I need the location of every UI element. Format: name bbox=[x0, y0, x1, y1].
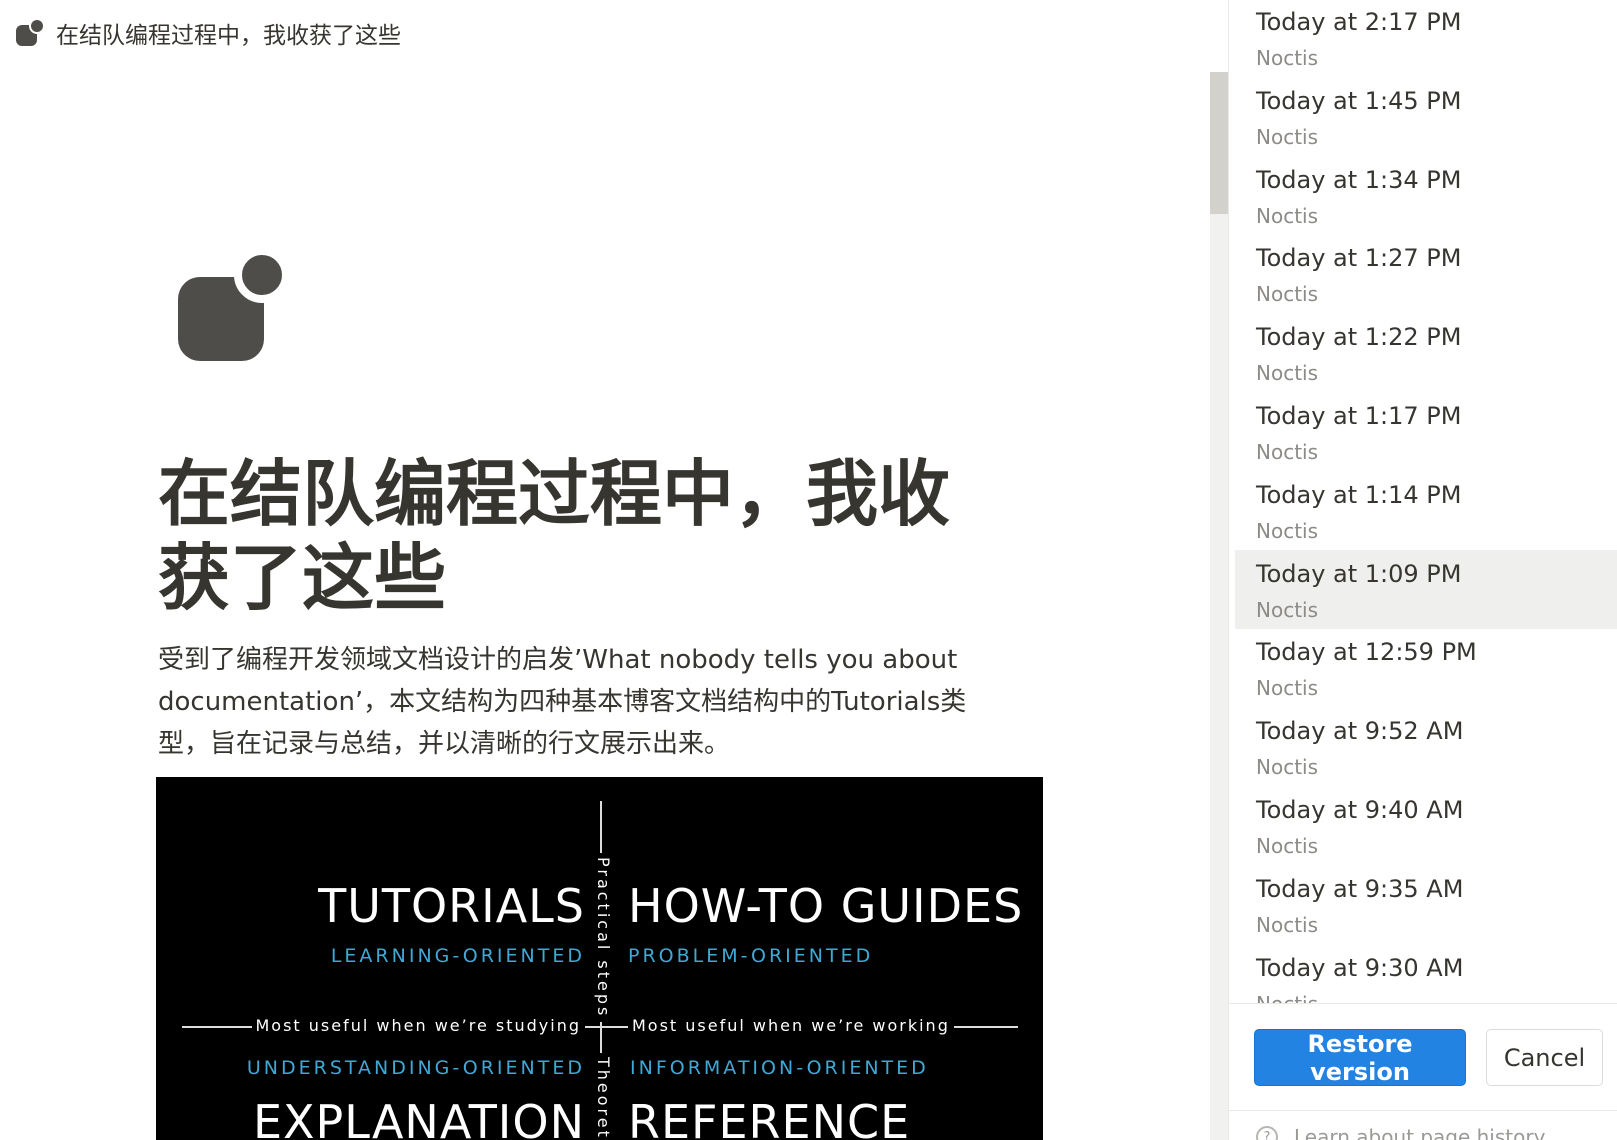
version-time: Today at 9:35 AM bbox=[1256, 874, 1464, 903]
version-item[interactable]: Today at 1:22 PM Noctis bbox=[1235, 313, 1617, 392]
version-author: Noctis bbox=[1256, 912, 1319, 937]
version-time: Today at 9:52 AM bbox=[1256, 717, 1464, 746]
version-time: Today at 1:45 PM bbox=[1256, 86, 1462, 115]
version-author: Noctis bbox=[1256, 992, 1318, 1003]
cancel-button[interactable]: Cancel bbox=[1486, 1029, 1603, 1086]
version-item[interactable]: Today at 2:17 PM Noctis bbox=[1235, 0, 1617, 77]
version-author: Noctis bbox=[1256, 755, 1319, 780]
version-time: Today at 1:34 PM bbox=[1256, 165, 1462, 194]
version-time: Today at 1:27 PM bbox=[1256, 244, 1462, 273]
diagram-studying-label: Most useful when we’re studying bbox=[251, 1016, 585, 1035]
version-time: Today at 9:40 AM bbox=[1256, 796, 1464, 824]
diagram-explanation-sub: UNDERSTANDING-ORIENTED bbox=[246, 1057, 585, 1079]
version-time: Today at 1:09 PM bbox=[1256, 559, 1462, 588]
version-time: Today at 12:59 PM bbox=[1256, 638, 1477, 667]
page-description: 受到了编程开发领域文档设计的启发’What nobody tells you a… bbox=[158, 645, 967, 759]
page-history-sidebar: Today at 2:17 PM Noctis Today at 1:45 PM No… bbox=[1228, 0, 1617, 1140]
version-list[interactable]: Today at 2:17 PM Noctis Today at 1:45 PM No… bbox=[1229, 0, 1617, 1003]
page-icon bbox=[178, 247, 290, 361]
version-item[interactable]: Today at 1:14 PM Noctis bbox=[1235, 471, 1617, 550]
preview-scrollbar-track[interactable] bbox=[1210, 72, 1228, 1140]
diagram-tutorials-sub: LEARNING-ORIENTED bbox=[330, 945, 585, 967]
version-author: Noctis bbox=[1256, 518, 1319, 543]
version-time: Today at 1:17 PM bbox=[1256, 402, 1462, 430]
version-author: Noctis bbox=[1256, 282, 1319, 307]
version-item[interactable]: Today at 1:17 PM Noctis bbox=[1235, 392, 1617, 471]
version-item[interactable]: Today at 9:52 AM Noctis bbox=[1235, 707, 1617, 786]
version-author: Noctis bbox=[1256, 361, 1319, 386]
footer-divider bbox=[1229, 1003, 1617, 1004]
version-item[interactable]: Today at 1:34 PM Noctis bbox=[1235, 156, 1617, 235]
version-item[interactable]: Today at 12:59 PM Noctis bbox=[1235, 628, 1617, 707]
help-icon: ? bbox=[1256, 1126, 1278, 1140]
version-author: Noctis bbox=[1256, 124, 1319, 149]
version-author: Noctis bbox=[1256, 597, 1319, 622]
page-history-help-link[interactable]: ? Learn about page history bbox=[1256, 1122, 1545, 1140]
diagram-theoretical-label: Theoretic bbox=[594, 1053, 613, 1140]
breadcrumb: 在结队编程过程中，我收获了这些 bbox=[16, 18, 401, 49]
diagram-reference: REFERENCE bbox=[628, 1095, 911, 1140]
diagram-reference-sub: INFORMATION-ORIENTED bbox=[630, 1057, 929, 1079]
restore-version-button[interactable]: Restore version bbox=[1254, 1029, 1466, 1086]
documentation-quadrant-image: TUTORIALS LEARNING-ORIENTED HOW-TO GUIDE… bbox=[156, 777, 1043, 1140]
version-time: Today at 2:17 PM bbox=[1256, 8, 1462, 36]
diagram-howto-sub: PROBLEM-ORIENTED bbox=[628, 945, 874, 967]
preview-scrollbar-thumb[interactable] bbox=[1210, 72, 1228, 214]
version-time: Today at 1:14 PM bbox=[1256, 480, 1462, 509]
help-link-label: Learn about page history bbox=[1294, 1125, 1546, 1140]
diagram-howto: HOW-TO GUIDES bbox=[628, 879, 1024, 933]
version-item[interactable]: Today at 1:09 PM Noctis bbox=[1235, 549, 1617, 629]
breadcrumb-title: 在结队编程过程中，我收获了这些 bbox=[56, 23, 401, 49]
version-author: Noctis bbox=[1256, 46, 1319, 70]
version-author: Noctis bbox=[1256, 440, 1319, 464]
version-item[interactable]: Today at 9:35 AM Noctis bbox=[1235, 865, 1617, 944]
page-small-icon bbox=[16, 18, 45, 46]
diagram-explanation: EXPLANATION bbox=[252, 1095, 585, 1140]
diagram-horizontal-axis-left bbox=[182, 1026, 260, 1028]
version-time: Today at 1:22 PM bbox=[1256, 323, 1462, 352]
version-author: Noctis bbox=[1256, 834, 1319, 858]
version-item[interactable]: Today at 9:40 AM Noctis bbox=[1235, 786, 1617, 865]
version-item[interactable]: Today at 1:27 PM Noctis bbox=[1235, 234, 1617, 313]
page-title: 在结队编程过程中，我收获了这些 bbox=[158, 452, 951, 620]
version-time: Today at 9:30 AM bbox=[1256, 953, 1464, 982]
diagram-tutorials: TUTORIALS bbox=[318, 879, 585, 933]
version-author: Noctis bbox=[1256, 203, 1319, 228]
help-divider bbox=[1229, 1110, 1617, 1111]
version-item[interactable]: Today at 1:45 PM Noctis bbox=[1235, 77, 1617, 156]
diagram-practical-label: Practical steps bbox=[594, 853, 613, 1023]
version-author: Noctis bbox=[1256, 676, 1319, 701]
version-item[interactable]: Today at 9:30 AM Noctis bbox=[1235, 944, 1617, 1003]
page-history-modal: 在结队编程过程中，我收获了这些 在结队编程过程中，我收获了这些 受到了编程开发领… bbox=[0, 0, 1617, 1140]
diagram-working-label: Most useful when we’re working bbox=[628, 1016, 954, 1035]
page-preview: 在结队编程过程中，我收获了这些 在结队编程过程中，我收获了这些 受到了编程开发领… bbox=[0, 0, 1228, 1140]
